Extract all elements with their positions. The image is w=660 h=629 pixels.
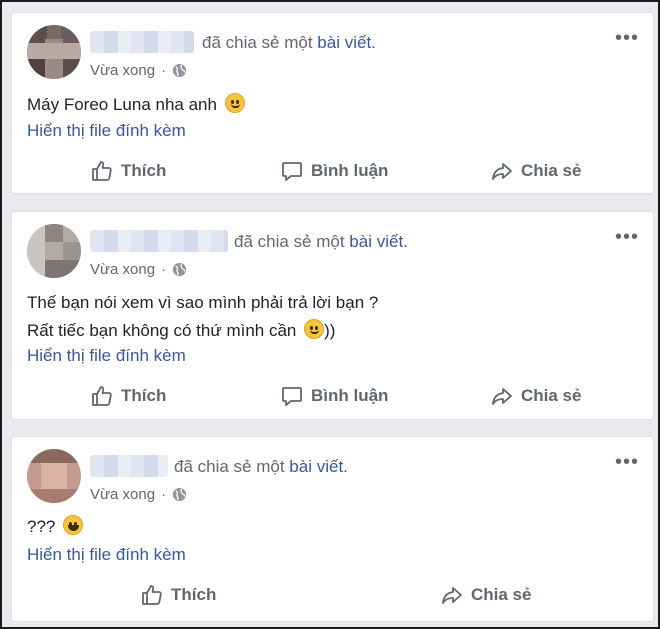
share-icon [492,388,512,405]
post-card: đã chia sẻ một bài viết. Vừa xong · ••• … [11,436,654,622]
post-header-text: đã chia sẻ một bài viết. [234,232,408,252]
comment-button[interactable]: Bình luận [280,151,388,191]
globe-icon[interactable] [172,63,187,78]
post-message: ??? [27,513,84,541]
post-card: đã chia sẻ một bài viết. Vừa xong · ••• … [11,12,654,194]
shared-text: đã chia sẻ một [174,457,285,476]
post-meta: Vừa xong · [90,486,187,503]
share-icon [442,587,462,604]
share-button[interactable]: Chia sẻ [490,376,581,416]
avatar[interactable] [27,25,81,79]
post-actions: Thích Chia sẻ [12,575,653,615]
post-card: đã chia sẻ một bài viết. Vừa xong · ••• … [11,211,654,420]
like-label: Thích [121,386,167,405]
comment-label: Bình luận [311,386,389,405]
post-message: Máy Foreo Luna nha anh [27,91,245,119]
shared-text: đã chia sẻ một [234,232,345,251]
message-line: ??? [27,517,56,536]
comment-icon [282,387,302,406]
globe-icon[interactable] [172,487,187,502]
show-attachment-link[interactable]: Hiển thị file đính kèm [27,346,186,366]
screenshot-frame: đã chia sẻ một bài viết. Vừa xong · ••• … [0,0,660,629]
message-line: Rất tiếc bạn không có thứ mình cần [27,321,297,340]
avatar[interactable] [27,449,81,503]
author-name-blurred[interactable] [90,230,228,252]
post-actions: Thích Bình luận Chia sẻ [12,151,653,191]
shared-text: đã chia sẻ một [202,33,313,52]
like-label: Thích [121,161,167,180]
share-label: Chia sẻ [521,386,582,405]
message-line-tail: )) [324,321,336,340]
author-name-blurred[interactable] [90,31,194,53]
avatar[interactable] [27,224,81,278]
shared-post-link[interactable]: bài viết. [349,232,408,251]
comment-icon [282,162,302,181]
post-time[interactable]: Vừa xong [90,261,155,278]
comment-button[interactable]: Bình luận [280,376,388,416]
post-header-text: đã chia sẻ một bài viết. [202,33,376,53]
grinning-emoji-icon [63,515,84,535]
like-button[interactable]: Thích [90,151,166,191]
share-label: Chia sẻ [521,161,582,180]
post-meta: Vừa xong · [90,62,187,79]
shared-post-link[interactable]: bài viết. [289,457,348,476]
shared-post-link[interactable]: bài viết. [317,33,376,52]
more-options-button[interactable]: ••• [615,452,639,472]
share-icon [492,163,512,180]
thumbs-up-icon [92,386,112,406]
post-meta: Vừa xong · [90,261,187,278]
post-header-text: đã chia sẻ một bài viết. [174,457,348,477]
post-time[interactable]: Vừa xong [90,486,155,503]
smiley-emoji-icon [224,93,245,113]
post-message: Thế bạn nói xem vì sao mình phải trả lời… [27,289,378,345]
message-line: Máy Foreo Luna nha anh [27,95,217,114]
author-name-blurred[interactable] [90,455,168,477]
more-options-button[interactable]: ••• [615,227,639,247]
more-options-button[interactable]: ••• [615,28,639,48]
post-time[interactable]: Vừa xong [90,62,155,79]
message-line: Thế bạn nói xem vì sao mình phải trả lời… [27,293,379,312]
smiley-emoji-icon [304,319,325,339]
share-label: Chia sẻ [471,585,532,604]
post-actions: Thích Bình luận Chia sẻ [12,376,653,416]
thumbs-up-icon [92,161,112,181]
share-button[interactable]: Chia sẻ [490,151,581,191]
like-button[interactable]: Thích [140,575,216,615]
globe-icon[interactable] [172,262,187,277]
like-button[interactable]: Thích [90,376,166,416]
show-attachment-link[interactable]: Hiển thị file đính kèm [27,121,186,141]
share-button[interactable]: Chia sẻ [440,575,531,615]
show-attachment-link[interactable]: Hiển thị file đính kèm [27,545,186,565]
comment-label: Bình luận [311,161,389,180]
like-label: Thích [171,585,217,604]
thumbs-up-icon [142,585,162,605]
